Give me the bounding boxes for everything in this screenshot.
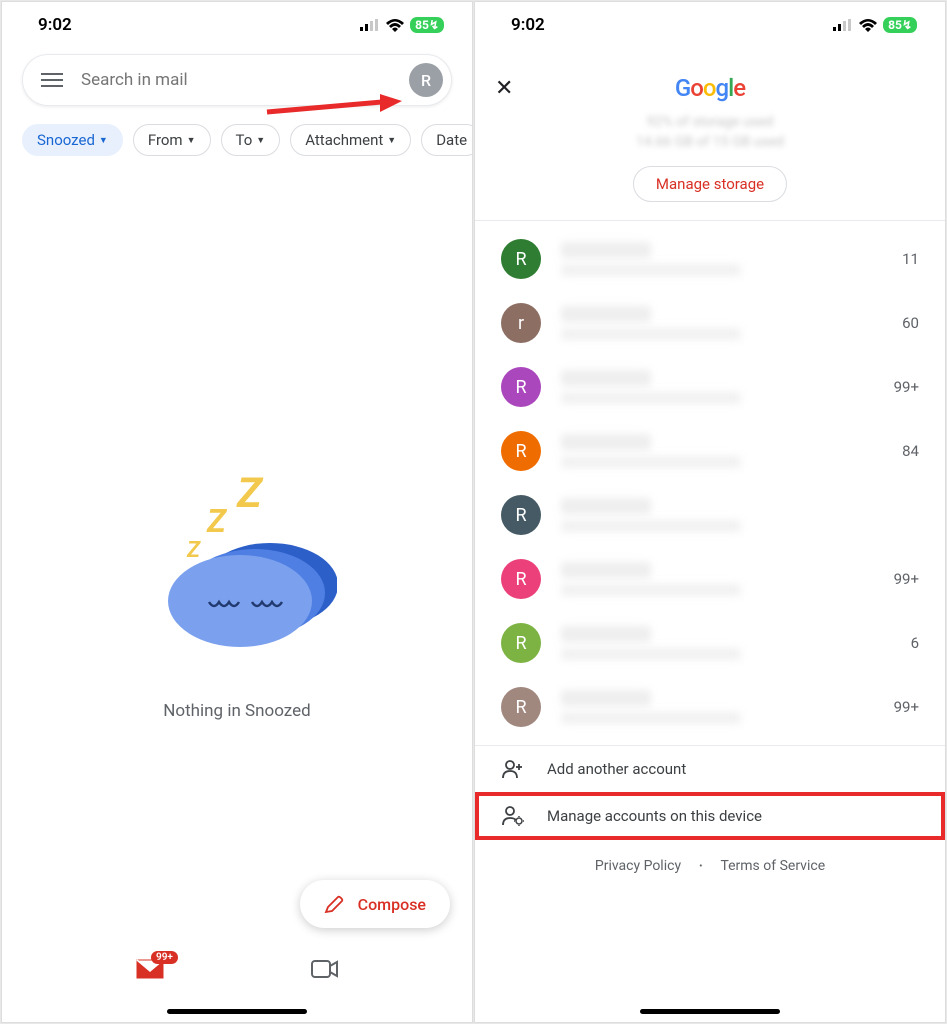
home-indicator	[167, 1009, 307, 1014]
mail-badge: 99+	[151, 951, 178, 964]
accounts-list: R 11 r 60 R 99+ R 84 R R 99+ R	[475, 221, 945, 745]
account-row[interactable]: r 60	[475, 291, 945, 355]
account-row[interactable]: R 99+	[475, 355, 945, 419]
account-unread-count: 84	[902, 442, 919, 460]
profile-avatar[interactable]: R	[409, 63, 443, 97]
account-info	[561, 434, 882, 468]
account-info	[561, 690, 874, 724]
battery-badge: 85↯	[410, 17, 444, 33]
sleeping-cloud-illustration: Z Z Z	[137, 467, 337, 651]
account-info	[561, 562, 874, 596]
close-button[interactable]: ✕	[495, 76, 525, 101]
wifi-icon	[386, 19, 404, 32]
account-row[interactable]: R	[475, 483, 945, 547]
cellular-icon	[360, 19, 380, 31]
manage-accounts-row[interactable]: Manage accounts on this device	[475, 792, 945, 840]
svg-text:Z: Z	[206, 502, 228, 540]
account-avatar: R	[501, 431, 541, 471]
wifi-icon	[859, 19, 877, 32]
filter-chips: Snoozed▼ From▼ To▼ Attachment▼ Date	[2, 114, 472, 166]
status-icons: 85↯	[360, 17, 444, 33]
account-avatar: r	[501, 303, 541, 343]
chip-snoozed[interactable]: Snoozed▼	[22, 124, 123, 156]
account-info	[561, 306, 882, 340]
person-gear-icon	[501, 806, 525, 826]
status-bar: 9:02 85↯	[475, 2, 945, 46]
video-icon	[311, 958, 339, 980]
chip-to[interactable]: To▼	[221, 124, 281, 156]
compose-button[interactable]: Compose	[300, 880, 450, 928]
google-logo: Google	[525, 74, 925, 102]
chip-date[interactable]: Date	[421, 124, 472, 156]
account-row[interactable]: R 84	[475, 419, 945, 483]
account-avatar: R	[501, 367, 541, 407]
account-row[interactable]: R 11	[475, 227, 945, 291]
footer-links: Privacy Policy • Terms of Service	[475, 840, 945, 892]
manage-storage-button[interactable]: Manage storage	[633, 166, 787, 202]
home-indicator	[640, 1009, 780, 1014]
terms-link[interactable]: Terms of Service	[720, 858, 825, 874]
account-unread-count: 99+	[894, 378, 919, 396]
account-avatar: R	[501, 559, 541, 599]
status-bar: 9:02 85↯	[2, 2, 472, 46]
account-avatar: R	[501, 687, 541, 727]
add-account-row[interactable]: Add another account	[475, 746, 945, 792]
account-info	[561, 242, 882, 276]
account-info	[561, 626, 891, 660]
menu-icon[interactable]	[41, 73, 63, 87]
right-phone-screenshot: 9:02 85↯ ✕ Google 92% of storage used 14…	[474, 1, 946, 1023]
svg-text:Z: Z	[236, 469, 264, 518]
privacy-link[interactable]: Privacy Policy	[595, 858, 681, 874]
account-unread-count: 60	[902, 314, 919, 332]
svg-text:Z: Z	[186, 538, 201, 563]
pencil-icon	[324, 894, 344, 914]
account-unread-count: 11	[902, 250, 919, 268]
account-row[interactable]: R 99+	[475, 675, 945, 739]
search-bar[interactable]: R	[22, 54, 452, 106]
account-avatar: R	[501, 623, 541, 663]
chip-attachment[interactable]: Attachment▼	[290, 124, 411, 156]
mail-tab[interactable]: 99+	[135, 958, 165, 984]
search-input[interactable]	[81, 70, 409, 90]
account-unread-count: 6	[911, 634, 919, 652]
account-avatar: R	[501, 495, 541, 535]
status-time: 9:02	[511, 15, 545, 35]
account-info	[561, 498, 899, 532]
account-info	[561, 370, 874, 404]
empty-state-text: Nothing in Snoozed	[163, 701, 310, 721]
cellular-icon	[833, 19, 853, 31]
storage-warning: 92% of storage used 14.66 GB of 15 GB us…	[475, 114, 945, 158]
account-unread-count: 99+	[894, 570, 919, 588]
bottom-nav: 99+	[2, 944, 472, 1012]
status-icons: 85↯	[833, 17, 917, 33]
battery-badge: 85↯	[883, 17, 917, 33]
account-row[interactable]: R 99+	[475, 547, 945, 611]
person-add-icon	[501, 760, 525, 778]
account-row[interactable]: R 6	[475, 611, 945, 675]
left-phone-screenshot: 9:02 85↯ R Snoozed▼ From▼ To▼ Attachment…	[1, 1, 473, 1023]
meet-tab[interactable]	[311, 958, 339, 984]
account-unread-count: 99+	[894, 698, 919, 716]
chip-from[interactable]: From▼	[133, 124, 211, 156]
account-switcher-modal: ✕ Google 92% of storage used 14.66 GB of…	[475, 56, 945, 1022]
account-avatar: R	[501, 239, 541, 279]
status-time: 9:02	[38, 15, 72, 35]
